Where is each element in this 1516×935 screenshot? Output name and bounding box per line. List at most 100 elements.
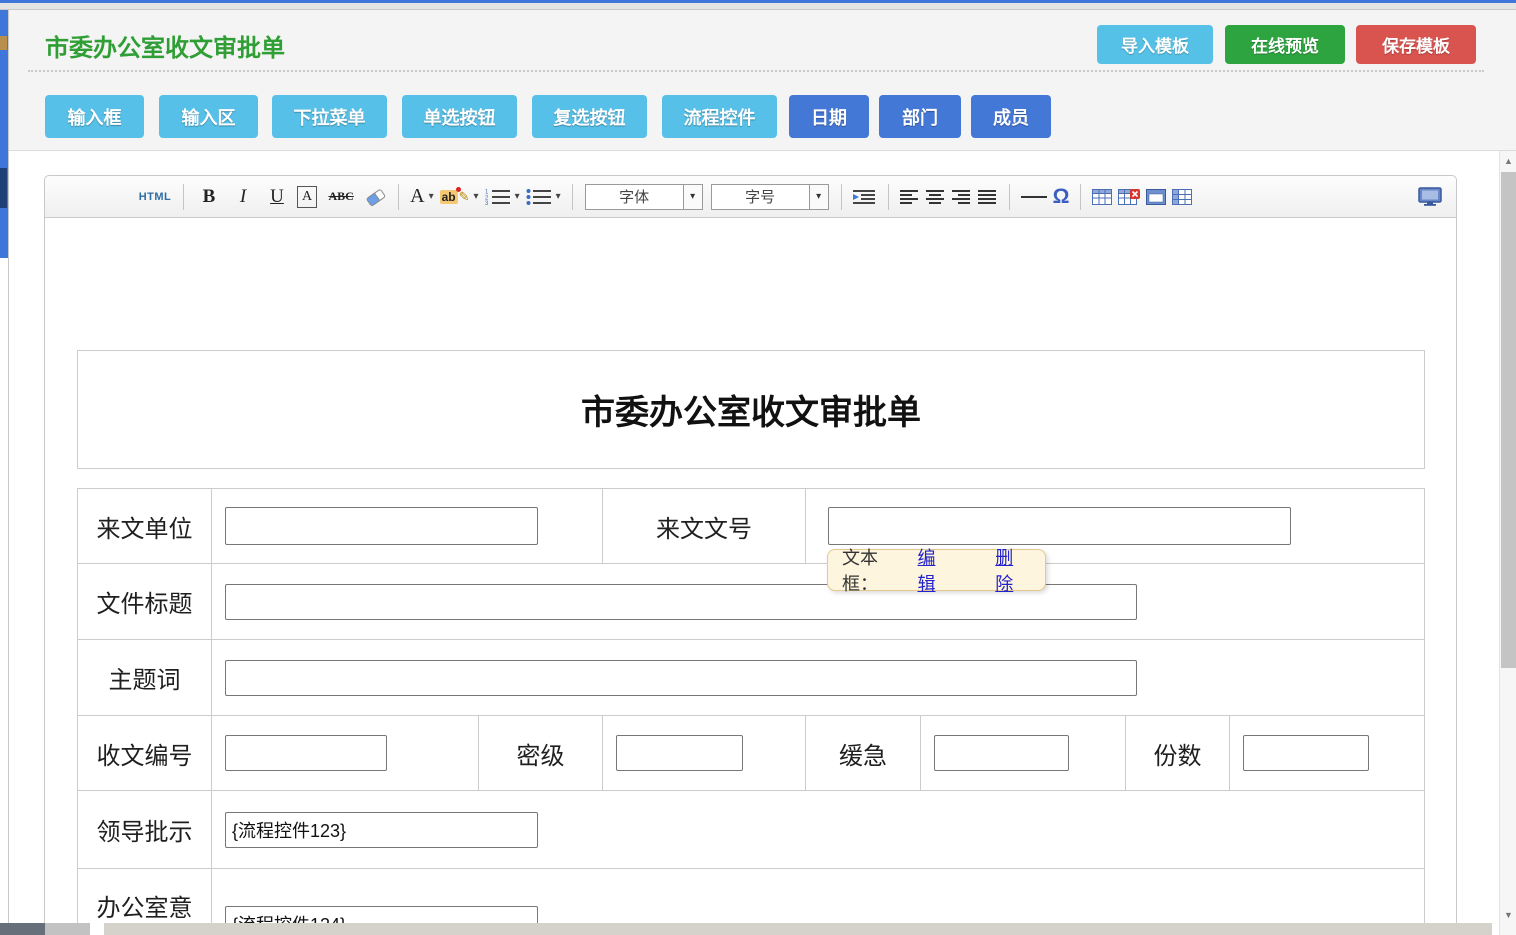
indent-icon (853, 189, 877, 205)
align-right-button[interactable] (952, 182, 972, 212)
palette-checkbox-button[interactable]: 复选按钮 (532, 95, 647, 138)
text-color-button[interactable]: A ▾ (410, 182, 433, 212)
chevron-down-icon: ▾ (556, 191, 561, 202)
background-window-left-accent2 (0, 168, 7, 208)
text-color-icon: A (410, 185, 424, 208)
incoming-unit-input[interactable] (225, 507, 538, 545)
strikethrough-button[interactable]: ABC (323, 182, 359, 212)
document-title-block: 市委办公室收文审批单 (77, 350, 1425, 469)
copies-input[interactable] (1243, 735, 1369, 771)
fullscreen-button[interactable] (1418, 182, 1442, 212)
horizontal-rule-icon (1021, 196, 1047, 198)
palette-department-button[interactable]: 部门 (879, 95, 961, 138)
chevron-down-icon: ▾ (474, 191, 479, 202)
vertical-scrollbar[interactable]: ▲ ▼ (1499, 151, 1516, 935)
table-row: 来文单位 来文文号 (78, 489, 1425, 564)
bottom-window-edge-gray (45, 923, 90, 935)
page-title: 市委办公室收文审批单 (45, 28, 285, 63)
underline-button[interactable]: U (263, 182, 291, 212)
save-template-button[interactable]: 保存模板 (1356, 25, 1476, 64)
receipt-no-input[interactable] (225, 735, 387, 771)
align-left-button[interactable] (900, 182, 920, 212)
palette-input-area-button[interactable]: 输入区 (159, 95, 258, 138)
highlight-icon: ab (440, 190, 458, 204)
label-incoming-doc-no: 来文文号 (603, 489, 806, 564)
font-size-value: 字号 (712, 186, 809, 207)
bottom-window-edge-notch (90, 923, 104, 935)
highlight-color-button[interactable]: ab ✎ ▾ (440, 182, 479, 212)
scroll-down-arrow-icon[interactable]: ▼ (1500, 907, 1516, 923)
char-border-button[interactable]: A (297, 182, 317, 212)
delete-field-link[interactable]: 删除 (995, 544, 1031, 596)
toolbar-separator (841, 184, 842, 210)
svg-text:3: 3 (485, 201, 489, 205)
scrollbar-thumb[interactable] (1501, 172, 1516, 668)
background-window-left-accent (0, 36, 7, 50)
align-justify-button[interactable] (978, 182, 998, 212)
unordered-list-button[interactable]: ▾ (526, 182, 561, 212)
delete-table-button[interactable] (1118, 182, 1140, 212)
remove-format-button[interactable] (365, 182, 387, 212)
field-action-tooltip: 文本框： 编辑 删除 (827, 549, 1046, 591)
header-dotted-divider (28, 70, 1484, 72)
edit-field-link[interactable]: 编辑 (918, 544, 954, 596)
import-template-button[interactable]: 导入模板 (1097, 25, 1213, 64)
security-level-input[interactable] (616, 735, 743, 771)
table-icon (1092, 189, 1112, 205)
source-code-button[interactable]: HTML (138, 182, 172, 212)
bottom-window-edge-light (104, 923, 1492, 935)
incoming-doc-no-input[interactable] (828, 507, 1291, 545)
header-bar: 市委办公室收文审批单 导入模板 在线预览 保存模板 输入框 输入区 下拉菜单 单… (9, 10, 1516, 151)
toolbar-separator (398, 184, 399, 210)
font-family-value: 字体 (586, 186, 683, 207)
align-right-icon (952, 189, 972, 205)
delete-table-icon (1118, 189, 1140, 205)
subject-words-input[interactable] (225, 660, 1137, 696)
toolbar-separator (888, 184, 889, 210)
template-designer-page: 市委办公室收文审批单 导入模板 在线预览 保存模板 输入框 输入区 下拉菜单 单… (0, 0, 1516, 935)
palette-input-box-button[interactable]: 输入框 (45, 95, 144, 138)
table-row: 收文编号 密级 缓急 份数 (78, 716, 1425, 791)
online-preview-button[interactable]: 在线预览 (1225, 25, 1345, 64)
palette-dropdown-button[interactable]: 下拉菜单 (272, 95, 387, 138)
document-title: 市委办公室收文审批单 (581, 385, 921, 434)
ordered-list-icon: 1 2 3 (485, 188, 511, 205)
font-size-select[interactable]: 字号 ▾ (711, 184, 829, 210)
align-left-icon (900, 189, 920, 205)
table-properties-icon (1146, 189, 1166, 205)
special-char-button[interactable]: Ω (1053, 182, 1070, 212)
scroll-up-arrow-icon[interactable]: ▲ (1500, 153, 1516, 169)
label-copies: 份数 (1126, 716, 1230, 791)
toolbar-separator (1009, 184, 1010, 210)
tooltip-label: 文本框： (842, 544, 914, 596)
palette-member-button[interactable]: 成员 (971, 95, 1051, 138)
palette-flow-control-button[interactable]: 流程控件 (662, 95, 777, 138)
bold-button[interactable]: B (195, 182, 223, 212)
insert-table-button[interactable] (1092, 182, 1112, 212)
background-window-band (0, 3, 1516, 10)
unordered-list-icon (526, 188, 552, 205)
toolbar-separator (572, 184, 573, 210)
palette-date-button[interactable]: 日期 (789, 95, 869, 138)
ordered-list-button[interactable]: 1 2 3 ▾ (485, 182, 520, 212)
cell-properties-button[interactable] (1172, 182, 1192, 212)
editor-toolbar: HTML B I U A ABC A ▾ ab ✎ ▾ (44, 175, 1457, 218)
italic-button[interactable]: I (229, 182, 257, 212)
leader-instruction-input[interactable] (225, 812, 538, 848)
font-family-select[interactable]: 字体 ▾ (585, 184, 703, 210)
align-center-button[interactable] (926, 182, 946, 212)
label-doc-title: 文件标题 (78, 564, 212, 640)
chevron-down-icon: ▾ (429, 191, 434, 202)
urgency-input[interactable] (934, 735, 1069, 771)
align-justify-icon (978, 189, 998, 205)
eraser-icon (365, 188, 387, 206)
editor-canvas[interactable]: 市委办公室收文审批单 来文单位 来文文号 文件标题 主题词 收文 (44, 218, 1457, 935)
toolbar-separator (183, 184, 184, 210)
label-subject-words: 主题词 (78, 640, 212, 716)
palette-radio-button[interactable]: 单选按钮 (402, 95, 517, 138)
horizontal-rule-button[interactable] (1021, 182, 1047, 212)
monitor-icon (1418, 187, 1442, 206)
chevron-down-icon: ▾ (809, 185, 828, 209)
indent-button[interactable] (853, 182, 877, 212)
table-properties-button[interactable] (1146, 182, 1166, 212)
